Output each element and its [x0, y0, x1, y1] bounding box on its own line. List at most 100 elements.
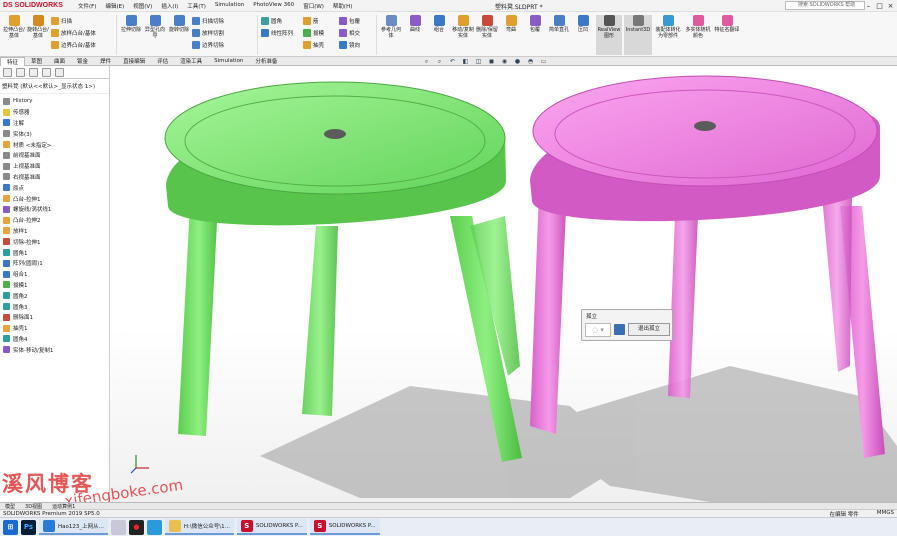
boundary-cut-button[interactable]: 边界切除	[192, 39, 254, 51]
tab-evaluate[interactable]: 评估	[151, 57, 174, 65]
boundary-boss-button[interactable]: 边界凸台/基体	[51, 39, 113, 51]
tree-item[interactable]: 拔模1	[0, 280, 109, 291]
translate-button[interactable]: 特征名翻译	[714, 15, 740, 55]
draft-button[interactable]: 拔模	[303, 27, 337, 39]
tab-surfaces[interactable]: 曲面	[48, 57, 71, 65]
taskbar-folder[interactable]: H:\微信公众号\1...	[164, 519, 234, 535]
extrude-boss-button[interactable]: 拉伸凸台/基体	[3, 15, 25, 55]
close-icon[interactable]: ×	[886, 1, 895, 10]
menu-photoview[interactable]: PhotoView 360	[253, 2, 294, 10]
tree-item[interactable]: 材质 <未指定>	[0, 139, 109, 150]
intersect-button[interactable]: 相交	[339, 27, 373, 39]
wechat-icon[interactable]	[146, 519, 162, 535]
feature-manager-tab-icon[interactable]	[3, 67, 12, 77]
tree-item[interactable]: 圆角4	[0, 334, 109, 345]
exit-isolate-button[interactable]: 退出孤立	[628, 323, 670, 336]
realview-button[interactable]: RealView图形	[596, 15, 622, 55]
reference-geometry-button[interactable]: 参考几何体	[380, 15, 402, 55]
tab-render-tools[interactable]: 渲染工具	[174, 57, 208, 65]
view-orientation-icon[interactable]: ◫	[475, 58, 482, 65]
save-icon[interactable]	[614, 324, 625, 335]
menu-window[interactable]: 窗口(W)	[303, 2, 324, 10]
menu-tools[interactable]: 工具(T)	[187, 2, 206, 10]
tree-item[interactable]: 凸台-拉伸1	[0, 193, 109, 204]
shell-button[interactable]: 抽壳	[303, 39, 337, 51]
isolate-visibility-dropdown[interactable]: ◌ ▾	[585, 323, 611, 337]
configuration-manager-tab-icon[interactable]	[29, 67, 38, 77]
section-view-icon[interactable]: ◧	[462, 58, 469, 65]
zoom-to-fit-icon[interactable]: ⌕	[423, 58, 430, 65]
tree-item[interactable]: 删除面1	[0, 312, 109, 323]
menu-edit[interactable]: 编辑(E)	[105, 2, 124, 10]
tree-item[interactable]: 圆角2	[0, 290, 109, 301]
record-icon[interactable]: ●	[128, 519, 144, 535]
tree-item[interactable]: 实体-移动/复制1	[0, 344, 109, 355]
photoshop-icon[interactable]: Ps	[21, 519, 36, 535]
tree-item[interactable]: 抽壳1	[0, 323, 109, 334]
move-copy-button[interactable]: 移动/复制实体	[452, 15, 474, 55]
fillet-button[interactable]: 圆角	[261, 15, 301, 27]
tree-item[interactable]: 螺旋线/涡状线1	[0, 204, 109, 215]
random-color-button[interactable]: 多实体随机颜色	[684, 15, 712, 55]
tree-item[interactable]: 上视基准面	[0, 161, 109, 172]
loft-cut-button[interactable]: 放样切割	[192, 27, 254, 39]
convert-button[interactable]: 装配体转化为零部件	[654, 15, 682, 55]
revolve-boss-button[interactable]: 旋转凸台/基体	[27, 15, 49, 55]
tree-item[interactable]: 实体(3)	[0, 128, 109, 139]
tree-item[interactable]: 圆角3	[0, 301, 109, 312]
tab-features[interactable]: 特征	[0, 56, 26, 66]
revolve-cut-button[interactable]: 旋转切除	[168, 15, 190, 55]
tree-item[interactable]: 凸台-拉伸2	[0, 215, 109, 226]
graphics-area[interactable]	[110, 66, 897, 502]
tree-item[interactable]: 圆角1	[0, 247, 109, 258]
zoom-area-icon[interactable]: ⌕	[436, 58, 443, 65]
maximize-icon[interactable]: □	[875, 1, 884, 10]
taskbar-browser[interactable]: Hao123_上网从...	[39, 519, 108, 535]
tab-sketch[interactable]: 草图	[25, 57, 48, 65]
tree-item[interactable]: 组合1	[0, 269, 109, 280]
tab-weldments[interactable]: 焊件	[94, 57, 117, 65]
scene-icon[interactable]: ◓	[527, 58, 534, 65]
sweep-cut-button[interactable]: 扫描切除	[192, 15, 254, 27]
hide-show-icon[interactable]: ◉	[501, 58, 508, 65]
combine-button[interactable]: 组合	[428, 15, 450, 55]
tab-analysis-prep[interactable]: 分析准备	[249, 57, 283, 65]
tree-item[interactable]: 传感器	[0, 107, 109, 118]
app-icon[interactable]	[110, 519, 126, 535]
menu-simulation[interactable]: Simulation	[215, 2, 244, 10]
flex-button[interactable]: 弯曲	[500, 15, 522, 55]
previous-view-icon[interactable]: ↶	[449, 58, 456, 65]
tree-item[interactable]: 右视基准面	[0, 172, 109, 183]
loft-button[interactable]: 放样凸台/基体	[51, 27, 113, 39]
property-manager-tab-icon[interactable]	[16, 67, 25, 77]
wrap-button[interactable]: 包覆	[524, 15, 546, 55]
solidworks-logo[interactable]: DS SOLIDWORKS	[0, 2, 70, 9]
tree-item[interactable]: 原点	[0, 182, 109, 193]
display-manager-tab-icon[interactable]	[55, 67, 64, 77]
indent-button[interactable]: 压凹	[572, 15, 594, 55]
wrap-row-button[interactable]: 包覆	[339, 15, 373, 27]
help-search-input[interactable]: 搜索 SOLIDWORKS 帮助	[785, 1, 865, 10]
linear-pattern-button[interactable]: 线性阵列	[261, 27, 301, 39]
tab-simulation[interactable]: Simulation	[208, 58, 249, 64]
tree-item[interactable]: 放样1	[0, 226, 109, 237]
tree-item[interactable]: History	[0, 96, 109, 107]
tree-item[interactable]: 切除-拉伸1	[0, 236, 109, 247]
menu-file[interactable]: 文件(F)	[78, 2, 96, 10]
curves-button[interactable]: 曲线	[404, 15, 426, 55]
sweep-button[interactable]: 扫描	[51, 15, 113, 27]
taskbar-solidworks-1[interactable]: S SOLIDWORKS P...	[236, 519, 307, 535]
tree-item[interactable]: 阵列(圆周)1	[0, 258, 109, 269]
dimxpert-tab-icon[interactable]	[42, 67, 51, 77]
tab-sheet-metal[interactable]: 钣金	[71, 57, 94, 65]
instant3d-button[interactable]: Instant3D	[624, 15, 652, 55]
menu-insert[interactable]: 插入(I)	[161, 2, 178, 10]
mirror-button[interactable]: 镜向	[339, 39, 373, 51]
display-style-icon[interactable]: ◼	[488, 58, 495, 65]
tree-item[interactable]: 注解	[0, 118, 109, 129]
start-icon[interactable]: ⊞	[3, 519, 18, 535]
taskbar-solidworks-2[interactable]: S SOLIDWORKS P...	[309, 519, 380, 535]
tree-item[interactable]: 前视基准面	[0, 150, 109, 161]
tab-direct-editing[interactable]: 直接编辑	[117, 57, 151, 65]
appearance-icon[interactable]: ●	[514, 58, 521, 65]
